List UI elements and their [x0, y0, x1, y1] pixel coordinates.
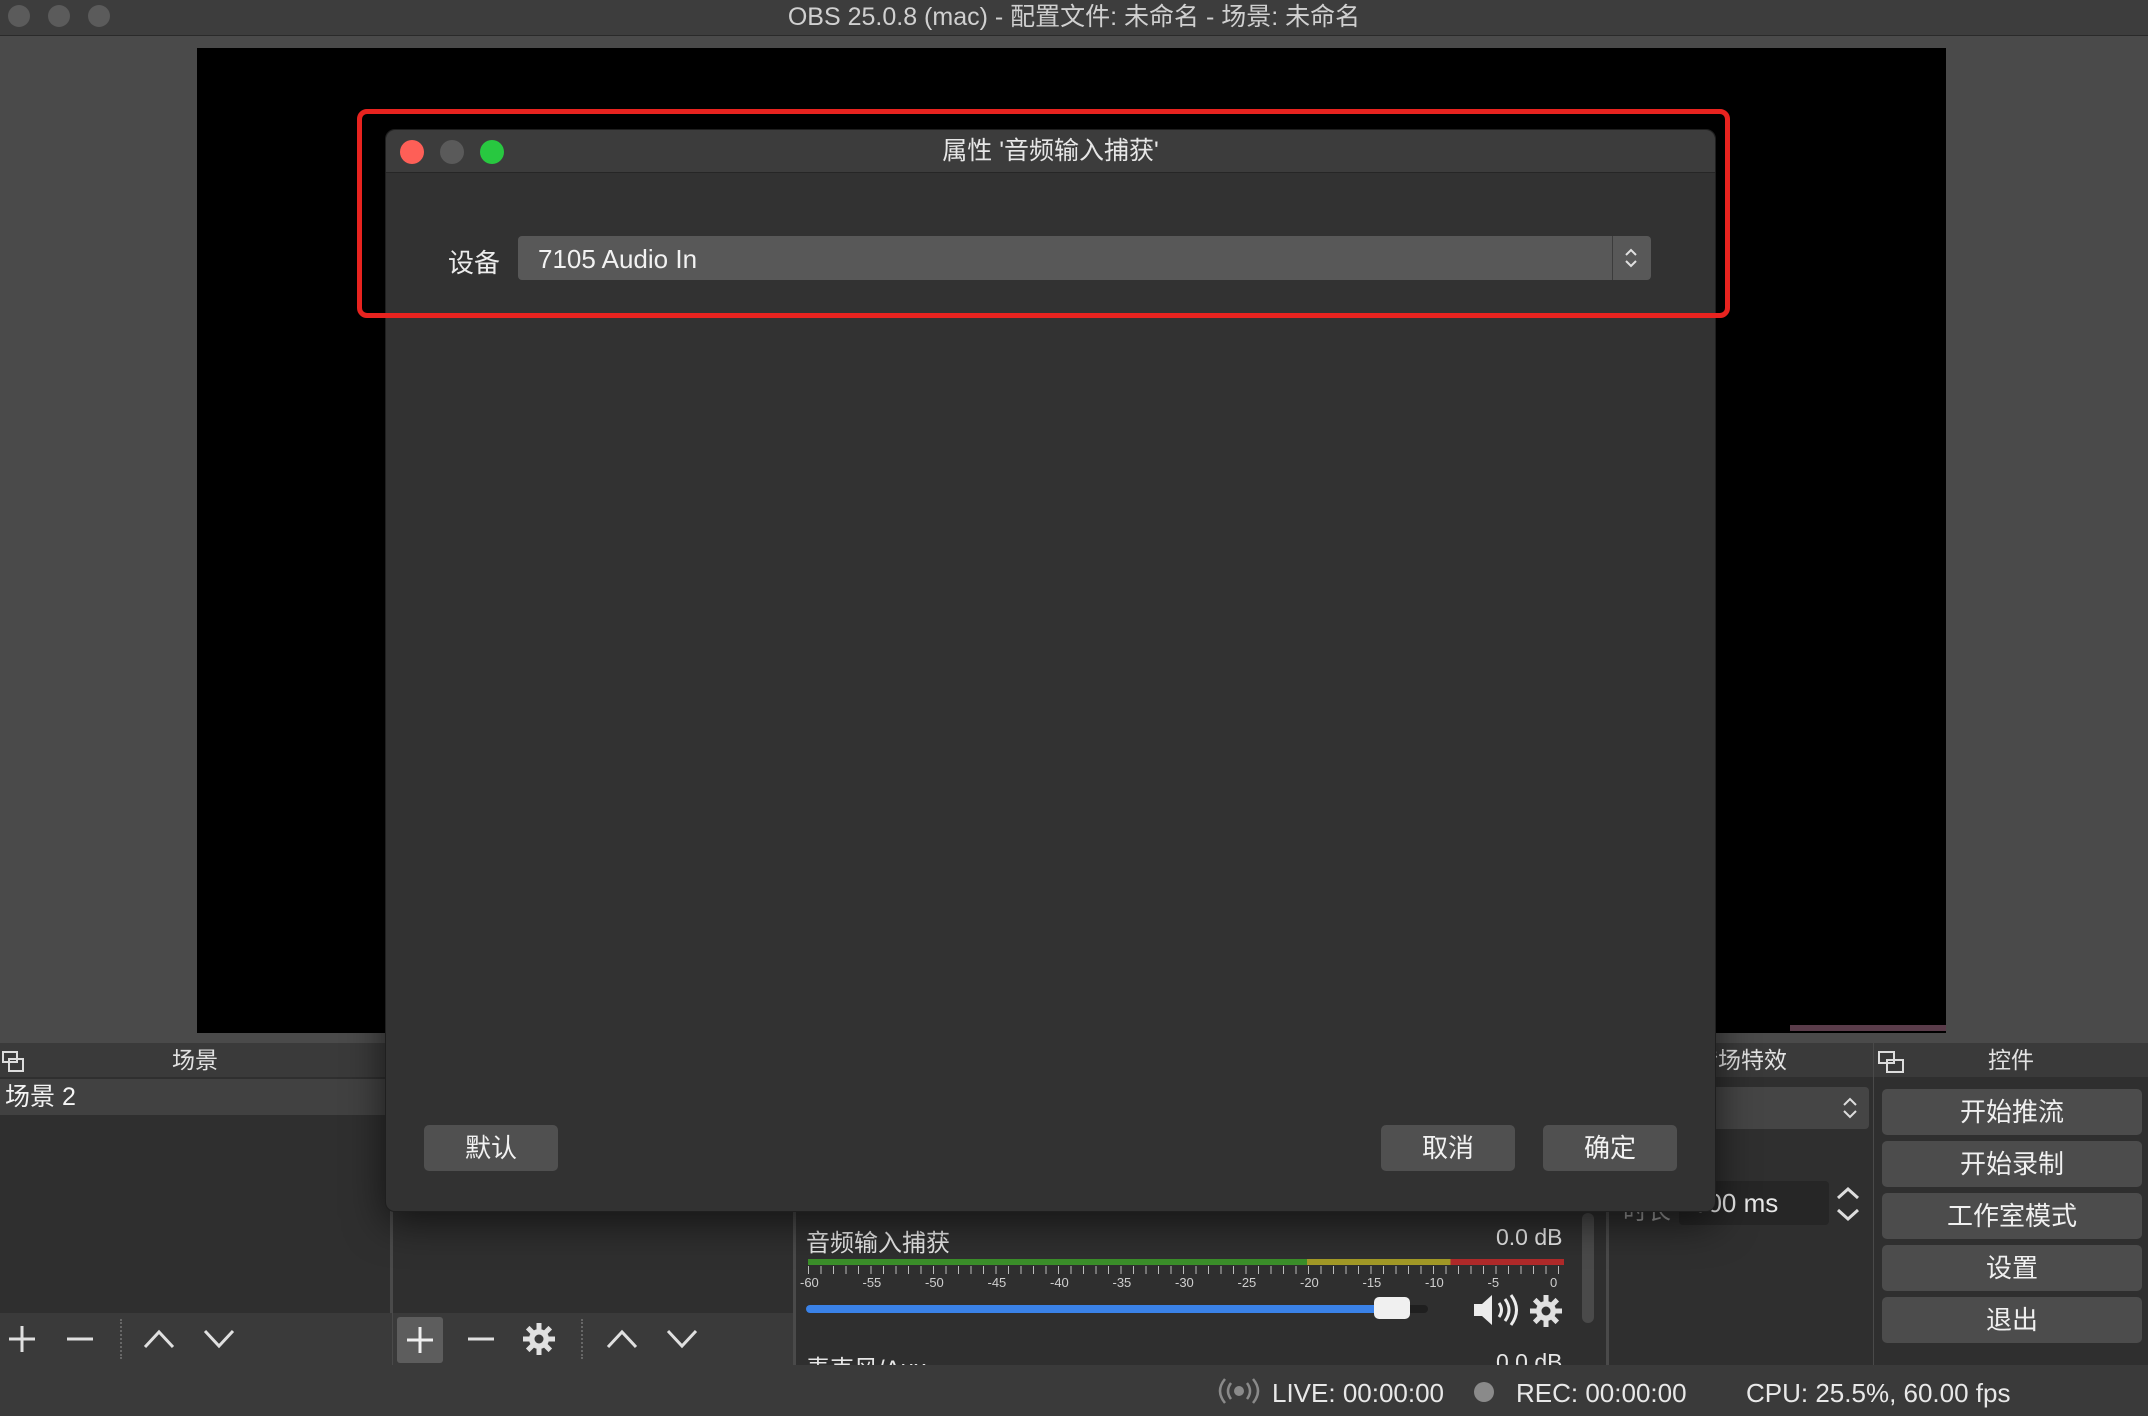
ok-button[interactable]: 确定 [1543, 1125, 1677, 1171]
remove-scene-icon[interactable] [64, 1323, 96, 1355]
cpu-fps-readout: CPU: 25.5%, 60.00 fps [1746, 1378, 2011, 1408]
controls-dock: 控件 开始推流 开始录制 工作室模式 设置 退出 [1874, 1043, 2148, 1365]
meter-scale-tick: -20 [1300, 1275, 1319, 1290]
live-broadcast-icon [1218, 1377, 1260, 1405]
move-scene-up-icon[interactable] [142, 1325, 176, 1353]
live-timer: LIVE: 00:00:00 [1272, 1378, 1445, 1408]
cancel-button[interactable]: 取消 [1381, 1125, 1515, 1171]
scenes-dock-title: 场景 [172, 1047, 218, 1073]
mixer-channel-db: 0.0 dB [1496, 1349, 1563, 1365]
float-dock-icon[interactable] [1878, 1051, 1906, 1075]
defaults-button[interactable]: 默认 [424, 1125, 558, 1171]
main-window-titlebar: OBS 25.0.8 (mac) - 配置文件: 未命名 - 场景: 未命名 [0, 0, 2148, 36]
duration-stepper[interactable] [1833, 1181, 1863, 1227]
meter-scale-tick: -30 [1175, 1275, 1194, 1290]
meter-scale-tick: -25 [1237, 1275, 1257, 1290]
preview-edge-strip [1790, 1025, 1946, 1031]
move-source-up-icon[interactable] [605, 1325, 639, 1353]
record-indicator-icon [1474, 1382, 1494, 1402]
meter-scale-tick: -55 [862, 1275, 882, 1290]
close-window-button[interactable] [8, 5, 30, 27]
controls-dock-title: 控件 [1988, 1047, 2034, 1073]
add-scene-icon[interactable] [6, 1323, 38, 1355]
scenes-dock-header: 场景 [0, 1043, 390, 1077]
meter-scale-tick: -10 [1425, 1275, 1444, 1290]
status-bar: LIVE: 00:00:00 REC: 00:00:00 CPU: 25.5%,… [0, 1365, 2148, 1416]
source-properties-gear-icon[interactable] [521, 1321, 557, 1357]
select-arrows-icon [1841, 1094, 1859, 1122]
add-source-button[interactable] [397, 1317, 443, 1363]
meter-scale-tick: -15 [1362, 1275, 1382, 1290]
mixer-scrollbar[interactable] [1582, 1213, 1594, 1323]
float-dock-icon[interactable] [2, 1051, 26, 1073]
toolbar-separator [120, 1319, 122, 1359]
move-scene-down-icon[interactable] [202, 1325, 236, 1353]
scenes-toolbar [0, 1313, 392, 1365]
sources-toolbar [393, 1313, 793, 1365]
meter-scale-tick: -35 [1112, 1275, 1132, 1290]
meter-ticks [808, 1266, 1564, 1274]
rec-timer: REC: 00:00:00 [1516, 1378, 1687, 1408]
settings-button[interactable]: 设置 [1882, 1245, 2142, 1291]
start-streaming-button[interactable]: 开始推流 [1882, 1089, 2142, 1135]
move-source-down-icon[interactable] [665, 1325, 699, 1353]
mixer-settings-gear-icon[interactable] [1528, 1293, 1564, 1329]
meter-scale-tick: -50 [925, 1275, 944, 1290]
volume-slider-handle[interactable] [1374, 1297, 1411, 1319]
controls-dock-header: 控件 [1874, 1043, 2148, 1077]
volume-slider-fill [806, 1305, 1410, 1313]
mixer-channel-name: 音频输入捕获 [806, 1230, 950, 1257]
mixer-channel-name: 麦克风/Aux [806, 1349, 926, 1365]
meter-scale-tick: 0 [1550, 1275, 1558, 1290]
toolbar-separator [581, 1319, 583, 1359]
meter-scale-tick: -5 [1487, 1275, 1500, 1290]
start-recording-button[interactable]: 开始录制 [1882, 1141, 2142, 1187]
main-window-title: OBS 25.0.8 (mac) - 配置文件: 未命名 - 场景: 未命名 [787, 3, 1361, 31]
minimize-window-button[interactable] [48, 5, 70, 27]
audio-level-meter [808, 1259, 1564, 1265]
scenes-dock: 场景 场景 2 [0, 1043, 392, 1365]
meter-scale-tick: -60 [800, 1275, 819, 1290]
meter-scale-tick: -40 [1050, 1275, 1069, 1290]
studio-mode-button[interactable]: 工作室模式 [1882, 1193, 2142, 1239]
volume-slider[interactable] [806, 1297, 1428, 1319]
remove-source-icon[interactable] [465, 1323, 497, 1355]
speaker-volume-icon[interactable] [1472, 1292, 1520, 1328]
add-source-icon [407, 1327, 433, 1353]
exit-button[interactable]: 退出 [1882, 1297, 2142, 1343]
meter-scale: -60 -55 -50 -45 -40 -35 -30 -25 -20 -15 -10 -5 0 [796, 1275, 1596, 1291]
scene-list-item[interactable]: 场景 2 [0, 1079, 388, 1115]
mixer-channel-db: 0.0 dB [1496, 1224, 1563, 1250]
scene-list-item-label: 场景 2 [5, 1083, 76, 1111]
annotation-highlight-box [357, 109, 1730, 318]
meter-scale-tick: -45 [987, 1275, 1007, 1290]
zoom-window-button[interactable] [88, 5, 110, 27]
